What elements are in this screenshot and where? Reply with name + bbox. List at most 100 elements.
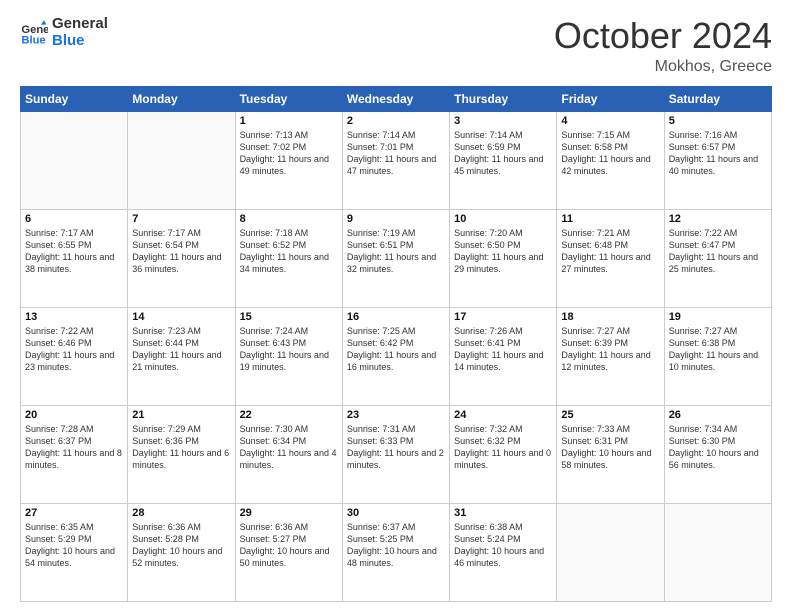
week-row-5: 27 Sunrise: 6:35 AM Sunset: 5:29 PM Dayli… bbox=[21, 503, 772, 601]
calendar-cell: 7 Sunrise: 7:17 AM Sunset: 6:54 PM Daylig… bbox=[128, 209, 235, 307]
day-number: 4 bbox=[561, 115, 659, 127]
calendar-cell bbox=[21, 111, 128, 209]
cell-info: Sunrise: 7:22 AM Sunset: 6:46 PM Dayligh… bbox=[25, 325, 123, 374]
cell-info: Sunrise: 7:17 AM Sunset: 6:54 PM Dayligh… bbox=[132, 227, 230, 276]
cell-info: Sunrise: 7:24 AM Sunset: 6:43 PM Dayligh… bbox=[240, 325, 338, 374]
calendar-cell: 4 Sunrise: 7:15 AM Sunset: 6:58 PM Daylig… bbox=[557, 111, 664, 209]
calendar-cell: 29 Sunrise: 6:36 AM Sunset: 5:27 PM Dayli… bbox=[235, 503, 342, 601]
cell-info: Sunrise: 7:25 AM Sunset: 6:42 PM Dayligh… bbox=[347, 325, 445, 374]
cell-info: Sunrise: 7:31 AM Sunset: 6:33 PM Dayligh… bbox=[347, 423, 445, 472]
cell-info: Sunrise: 7:18 AM Sunset: 6:52 PM Dayligh… bbox=[240, 227, 338, 276]
cell-info: Sunrise: 7:20 AM Sunset: 6:50 PM Dayligh… bbox=[454, 227, 552, 276]
day-number: 1 bbox=[240, 115, 338, 127]
calendar-cell: 2 Sunrise: 7:14 AM Sunset: 7:01 PM Daylig… bbox=[342, 111, 449, 209]
calendar-cell: 17 Sunrise: 7:26 AM Sunset: 6:41 PM Dayli… bbox=[450, 307, 557, 405]
calendar-cell: 3Sunrise: 7:14 AM Sunset: 6:59 PM Daylig… bbox=[450, 111, 557, 209]
day-number: 13 bbox=[25, 311, 123, 323]
cell-info: Sunrise: 7:27 AM Sunset: 6:39 PM Dayligh… bbox=[561, 325, 659, 374]
calendar-cell: 1 Sunrise: 7:13 AM Sunset: 7:02 PM Daylig… bbox=[235, 111, 342, 209]
calendar-cell: 6Sunrise: 7:17 AM Sunset: 6:55 PM Daylig… bbox=[21, 209, 128, 307]
cell-info: Sunrise: 7:15 AM Sunset: 6:58 PM Dayligh… bbox=[561, 129, 659, 178]
calendar-cell: 27 Sunrise: 6:35 AM Sunset: 5:29 PM Dayli… bbox=[21, 503, 128, 601]
cell-info: Sunrise: 7:23 AM Sunset: 6:44 PM Dayligh… bbox=[132, 325, 230, 374]
calendar-table: SundayMondayTuesdayWednesdayThursdayFrid… bbox=[20, 86, 772, 602]
day-header-saturday: Saturday bbox=[664, 86, 771, 111]
cell-info: Sunrise: 6:36 AM Sunset: 5:27 PM Dayligh… bbox=[240, 521, 338, 570]
day-number: 21 bbox=[132, 409, 230, 421]
calendar-cell: 13 Sunrise: 7:22 AM Sunset: 6:46 PM Dayli… bbox=[21, 307, 128, 405]
cell-info: Sunrise: 6:38 AM Sunset: 5:24 PM Dayligh… bbox=[454, 521, 552, 570]
day-number: 23 bbox=[347, 409, 445, 421]
header: General Blue General Blue October 2024 M… bbox=[20, 16, 772, 76]
day-number: 5 bbox=[669, 115, 767, 127]
logo-icon: General Blue bbox=[20, 19, 48, 47]
calendar-cell: 9 Sunrise: 7:19 AM Sunset: 6:51 PM Daylig… bbox=[342, 209, 449, 307]
day-header-tuesday: Tuesday bbox=[235, 86, 342, 111]
day-number: 31 bbox=[454, 507, 552, 519]
day-number: 26 bbox=[669, 409, 767, 421]
day-header-sunday: Sunday bbox=[21, 86, 128, 111]
svg-text:Blue: Blue bbox=[21, 34, 45, 46]
cell-info: Sunrise: 7:32 AM Sunset: 6:32 PM Dayligh… bbox=[454, 423, 552, 472]
week-row-1: 1 Sunrise: 7:13 AM Sunset: 7:02 PM Daylig… bbox=[21, 111, 772, 209]
day-number: 22 bbox=[240, 409, 338, 421]
day-number: 25 bbox=[561, 409, 659, 421]
calendar-cell: 22Sunrise: 7:30 AM Sunset: 6:34 PM Dayli… bbox=[235, 405, 342, 503]
calendar-cell: 21Sunrise: 7:29 AM Sunset: 6:36 PM Dayli… bbox=[128, 405, 235, 503]
calendar-cell: 25Sunrise: 7:33 AM Sunset: 6:31 PM Dayli… bbox=[557, 405, 664, 503]
month-title: October 2024 bbox=[554, 16, 772, 56]
cell-info: Sunrise: 7:13 AM Sunset: 7:02 PM Dayligh… bbox=[240, 129, 338, 178]
week-row-2: 6Sunrise: 7:17 AM Sunset: 6:55 PM Daylig… bbox=[21, 209, 772, 307]
calendar-cell: 8 Sunrise: 7:18 AM Sunset: 6:52 PM Daylig… bbox=[235, 209, 342, 307]
cell-info: Sunrise: 7:21 AM Sunset: 6:48 PM Dayligh… bbox=[561, 227, 659, 276]
calendar-cell: 5 Sunrise: 7:16 AM Sunset: 6:57 PM Daylig… bbox=[664, 111, 771, 209]
day-number: 17 bbox=[454, 311, 552, 323]
logo-line2: Blue bbox=[52, 33, 108, 50]
logo-line1: General bbox=[52, 16, 108, 33]
day-number: 11 bbox=[561, 213, 659, 225]
day-header-wednesday: Wednesday bbox=[342, 86, 449, 111]
day-number: 9 bbox=[347, 213, 445, 225]
location: Mokhos, Greece bbox=[554, 58, 772, 76]
title-block: October 2024 Mokhos, Greece bbox=[554, 16, 772, 76]
calendar-cell: 24Sunrise: 7:32 AM Sunset: 6:32 PM Dayli… bbox=[450, 405, 557, 503]
week-row-3: 13 Sunrise: 7:22 AM Sunset: 6:46 PM Dayli… bbox=[21, 307, 772, 405]
cell-info: Sunrise: 6:35 AM Sunset: 5:29 PM Dayligh… bbox=[25, 521, 123, 570]
calendar-cell: 11 Sunrise: 7:21 AM Sunset: 6:48 PM Dayli… bbox=[557, 209, 664, 307]
day-number: 6 bbox=[25, 213, 123, 225]
calendar-cell: 15 Sunrise: 7:24 AM Sunset: 6:43 PM Dayli… bbox=[235, 307, 342, 405]
cell-info: Sunrise: 7:22 AM Sunset: 6:47 PM Dayligh… bbox=[669, 227, 767, 276]
day-header-friday: Friday bbox=[557, 86, 664, 111]
cell-info: Sunrise: 7:14 AM Sunset: 6:59 PM Dayligh… bbox=[454, 129, 552, 178]
day-number: 8 bbox=[240, 213, 338, 225]
day-number: 7 bbox=[132, 213, 230, 225]
calendar-cell: 16Sunrise: 7:25 AM Sunset: 6:42 PM Dayli… bbox=[342, 307, 449, 405]
day-number: 27 bbox=[25, 507, 123, 519]
cell-info: Sunrise: 7:26 AM Sunset: 6:41 PM Dayligh… bbox=[454, 325, 552, 374]
day-number: 15 bbox=[240, 311, 338, 323]
calendar-cell: 18 Sunrise: 7:27 AM Sunset: 6:39 PM Dayli… bbox=[557, 307, 664, 405]
calendar-cell: 14Sunrise: 7:23 AM Sunset: 6:44 PM Dayli… bbox=[128, 307, 235, 405]
day-number: 29 bbox=[240, 507, 338, 519]
cell-info: Sunrise: 7:34 AM Sunset: 6:30 PM Dayligh… bbox=[669, 423, 767, 472]
calendar-cell bbox=[128, 111, 235, 209]
cell-info: Sunrise: 7:14 AM Sunset: 7:01 PM Dayligh… bbox=[347, 129, 445, 178]
day-number: 30 bbox=[347, 507, 445, 519]
calendar-cell bbox=[557, 503, 664, 601]
calendar-cell bbox=[664, 503, 771, 601]
day-number: 20 bbox=[25, 409, 123, 421]
cell-info: Sunrise: 7:19 AM Sunset: 6:51 PM Dayligh… bbox=[347, 227, 445, 276]
day-number: 18 bbox=[561, 311, 659, 323]
page: General Blue General Blue October 2024 M… bbox=[0, 0, 792, 612]
calendar-header-row: SundayMondayTuesdayWednesdayThursdayFrid… bbox=[21, 86, 772, 111]
calendar-cell: 12Sunrise: 7:22 AM Sunset: 6:47 PM Dayli… bbox=[664, 209, 771, 307]
cell-info: Sunrise: 7:27 AM Sunset: 6:38 PM Dayligh… bbox=[669, 325, 767, 374]
logo: General Blue General Blue bbox=[20, 16, 108, 49]
day-number: 19 bbox=[669, 311, 767, 323]
cell-info: Sunrise: 7:16 AM Sunset: 6:57 PM Dayligh… bbox=[669, 129, 767, 178]
calendar-cell: 26 Sunrise: 7:34 AM Sunset: 6:30 PM Dayli… bbox=[664, 405, 771, 503]
day-number: 28 bbox=[132, 507, 230, 519]
calendar-cell: 31 Sunrise: 6:38 AM Sunset: 5:24 PM Dayli… bbox=[450, 503, 557, 601]
day-number: 2 bbox=[347, 115, 445, 127]
calendar-cell: 28Sunrise: 6:36 AM Sunset: 5:28 PM Dayli… bbox=[128, 503, 235, 601]
